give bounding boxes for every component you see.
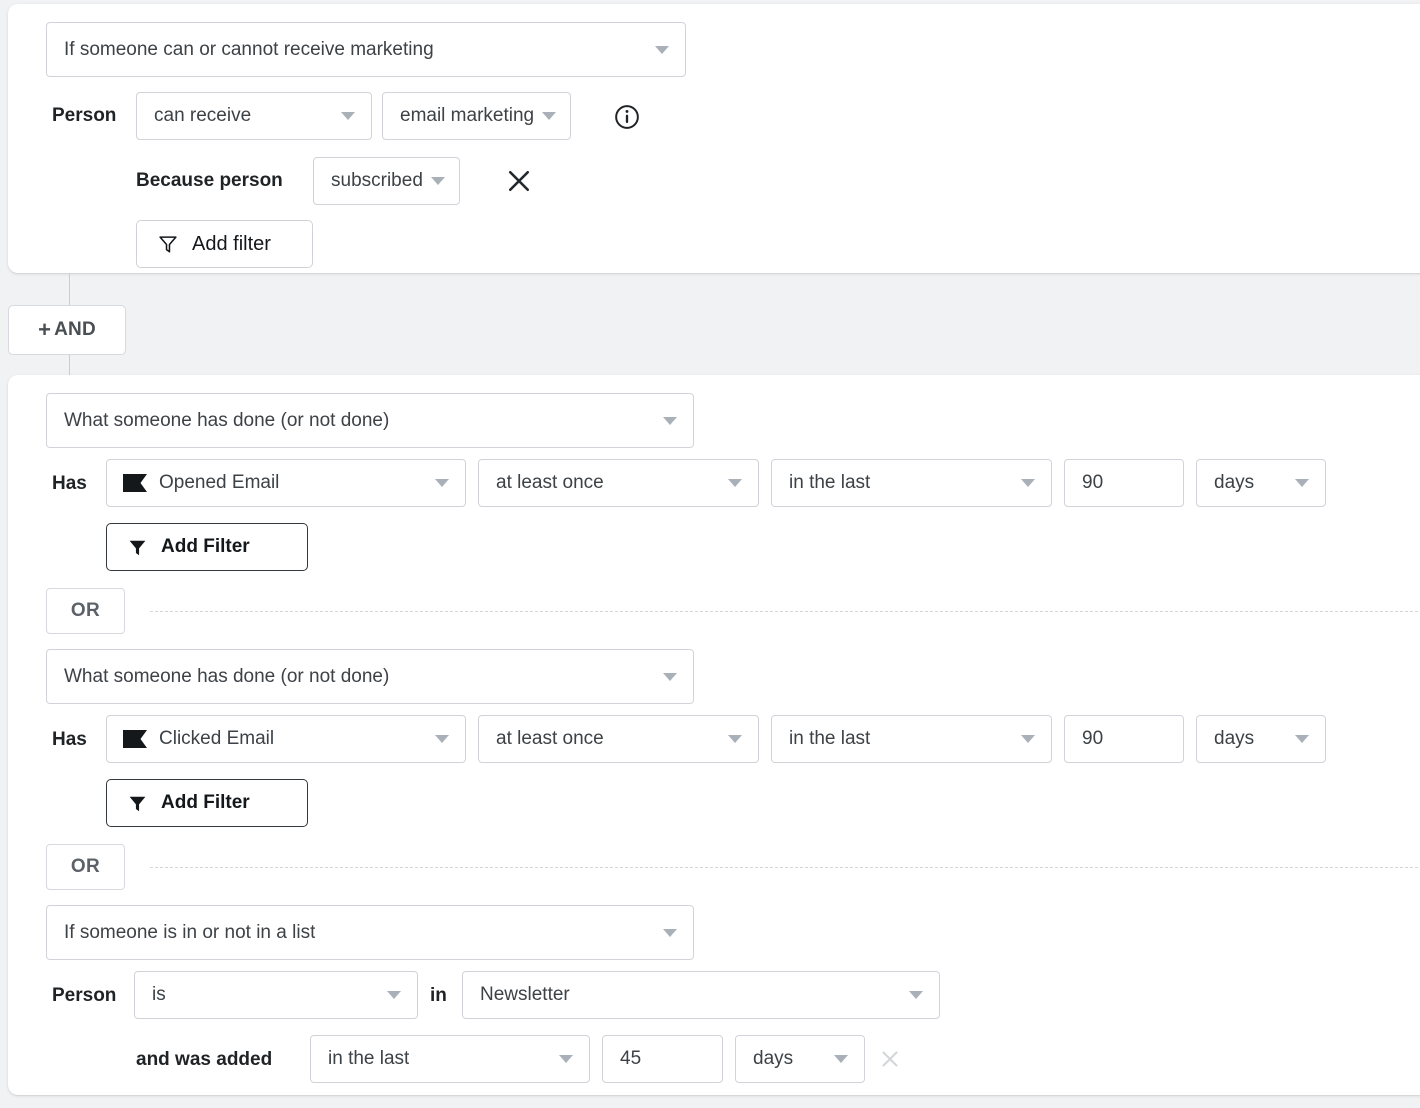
timeframe-label-1: in the last <box>789 472 871 493</box>
add-filter-button-3[interactable]: Add Filter <box>106 779 308 827</box>
chevron-down-icon <box>559 1055 573 1063</box>
timeframe-amount-value-2: 90 <box>1082 728 1104 749</box>
add-filter-label-1: Add filter <box>192 232 271 255</box>
chevron-down-icon <box>663 672 677 681</box>
frequency-label-1: at least once <box>496 472 604 493</box>
close-icon[interactable] <box>502 164 536 198</box>
has-label-1: Has <box>52 473 87 494</box>
chevron-down-icon <box>542 112 557 120</box>
has-label-2: Has <box>52 729 87 750</box>
marketing-operator-select[interactable]: can receive <box>136 92 372 140</box>
timeframe-amount-input-2[interactable]: 90 <box>1064 715 1184 763</box>
frequency-select-2[interactable]: at least once <box>478 715 759 763</box>
or-separator-2[interactable]: OR <box>46 844 125 890</box>
chevron-down-icon <box>728 735 742 743</box>
added-unit-label: days <box>753 1048 794 1069</box>
added-amount-value: 45 <box>620 1048 642 1069</box>
subscription-reason-select[interactable]: subscribed <box>313 157 460 205</box>
add-and-condition-button[interactable]: + AND <box>8 305 126 355</box>
marketing-channel-select[interactable]: email marketing <box>382 92 572 140</box>
added-amount-input[interactable]: 45 <box>602 1035 723 1083</box>
condition-group-1: If someone can or cannot receive marketi… <box>8 4 1420 273</box>
condition-type-label-4: If someone is in or not in a list <box>64 921 316 943</box>
subscription-reason-label: subscribed <box>331 170 423 191</box>
segment-builder: If someone can or cannot receive marketi… <box>0 0 1420 1108</box>
frequency-label-2: at least once <box>496 728 604 749</box>
chevron-down-icon <box>435 479 449 487</box>
chevron-down-icon <box>834 1055 848 1063</box>
timeframe-amount-input-1[interactable]: 90 <box>1064 459 1184 507</box>
connector-line-bottom <box>69 355 70 377</box>
because-person-label: Because person <box>136 170 283 191</box>
added-timeframe-select[interactable]: in the last <box>310 1035 590 1083</box>
list-name-select[interactable]: Newsletter <box>462 971 940 1019</box>
add-filter-label-2: Add Filter <box>161 536 250 557</box>
person-label-1: Person <box>52 105 117 126</box>
remove-added-filter-icon[interactable] <box>876 1045 904 1073</box>
funnel-solid-icon <box>127 537 148 558</box>
chevron-down-icon <box>663 416 677 425</box>
add-filter-button-2[interactable]: Add Filter <box>106 523 308 571</box>
chevron-down-icon <box>1295 735 1309 743</box>
marketing-operator-label: can receive <box>154 105 252 126</box>
list-name-label: Newsletter <box>480 984 570 1005</box>
email-flag-icon <box>123 474 147 492</box>
timeframe-unit-select-2[interactable]: days <box>1196 715 1326 763</box>
email-flag-icon <box>123 730 147 748</box>
chevron-down-icon <box>655 45 669 54</box>
metric-label-2: Clicked Email <box>159 728 275 749</box>
chevron-down-icon <box>909 991 923 999</box>
or-divider-line-2 <box>150 867 1420 868</box>
in-label: in <box>430 985 447 1006</box>
funnel-solid-icon <box>127 793 148 814</box>
chevron-down-icon <box>663 928 677 937</box>
person-label-2: Person <box>52 985 117 1006</box>
list-membership-label: is <box>152 984 166 1005</box>
added-unit-select[interactable]: days <box>735 1035 865 1083</box>
chevron-down-icon <box>435 735 449 743</box>
connector-line-top <box>69 273 70 305</box>
frequency-select-1[interactable]: at least once <box>478 459 759 507</box>
chevron-down-icon <box>1295 479 1309 487</box>
info-circle-icon[interactable] <box>612 102 642 132</box>
timeframe-amount-value-1: 90 <box>1082 472 1104 493</box>
or-separator-1[interactable]: OR <box>46 588 125 634</box>
chevron-down-icon <box>1021 479 1035 487</box>
timeframe-select-1[interactable]: in the last <box>771 459 1052 507</box>
or-divider-line-1 <box>150 611 1420 612</box>
chevron-down-icon <box>728 479 742 487</box>
timeframe-select-2[interactable]: in the last <box>771 715 1052 763</box>
and-was-added-label: and was added <box>136 1049 273 1070</box>
timeframe-label-2: in the last <box>789 728 871 749</box>
chevron-down-icon <box>387 991 401 999</box>
metric-select-1[interactable]: Opened Email <box>106 459 466 507</box>
metric-select-2[interactable]: Clicked Email <box>106 715 466 763</box>
and-label: AND <box>54 319 96 340</box>
list-membership-select[interactable]: is <box>134 971 418 1019</box>
condition-type-select-1[interactable]: If someone can or cannot receive marketi… <box>46 22 686 77</box>
marketing-channel-label: email marketing <box>400 105 535 126</box>
or-label-2: OR <box>70 856 101 877</box>
condition-type-select-4[interactable]: If someone is in or not in a list <box>46 905 694 960</box>
metric-label-1: Opened Email <box>159 472 280 493</box>
or-label-1: OR <box>70 600 101 621</box>
funnel-outline-icon <box>157 233 179 255</box>
plus-icon: + <box>38 317 52 342</box>
timeframe-unit-select-1[interactable]: days <box>1196 459 1326 507</box>
chevron-down-icon <box>341 112 355 120</box>
added-timeframe-label: in the last <box>328 1048 410 1069</box>
condition-type-select-2[interactable]: What someone has done (or not done) <box>46 393 694 448</box>
condition-type-label-1: If someone can or cannot receive marketi… <box>64 38 434 60</box>
add-filter-button-1[interactable]: Add filter <box>136 220 313 268</box>
chevron-down-icon <box>430 177 445 185</box>
timeframe-unit-label-2: days <box>1214 728 1255 749</box>
chevron-down-icon <box>1021 735 1035 743</box>
timeframe-unit-label-1: days <box>1214 472 1255 493</box>
condition-group-2: What someone has done (or not done) Has … <box>8 375 1420 1095</box>
condition-type-select-3[interactable]: What someone has done (or not done) <box>46 649 694 704</box>
condition-type-label-3: What someone has done (or not done) <box>64 665 390 687</box>
add-filter-label-3: Add Filter <box>161 792 250 813</box>
condition-type-label-2: What someone has done (or not done) <box>64 409 390 431</box>
